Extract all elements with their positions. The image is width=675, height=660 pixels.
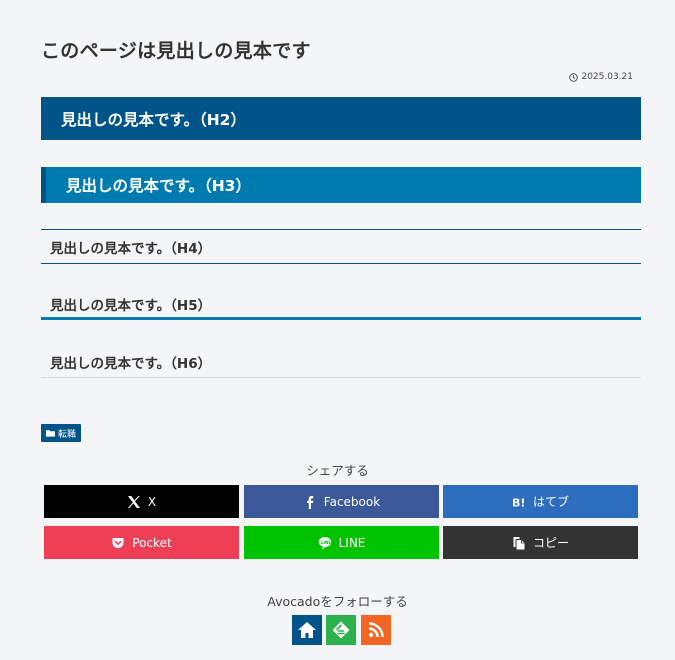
share-line-button[interactable]: LINE LINE <box>244 526 439 559</box>
share-facebook-label: Facebook <box>323 494 381 509</box>
clock-icon <box>569 72 579 82</box>
heading-h4: 見出しの見本です。（H4） <box>41 229 641 264</box>
page-title: このページは見出しの見本です <box>41 40 311 62</box>
follow-label: Avocadoをフォローする <box>267 594 408 609</box>
feedly-icon <box>332 621 350 639</box>
share-line-label: LINE <box>338 535 366 550</box>
line-icon: LINE <box>318 536 331 549</box>
pocket-icon <box>112 537 124 548</box>
svg-text:LINE: LINE <box>321 539 331 544</box>
share-label: シェアする <box>306 463 369 478</box>
rss-icon <box>368 622 384 638</box>
follow-home-button[interactable] <box>292 615 322 645</box>
category-tag[interactable]: 転職 <box>41 424 82 442</box>
share-hatena-label: はてブ <box>532 495 569 509</box>
x-logo-icon <box>127 495 140 508</box>
home-icon <box>298 622 316 638</box>
share-pocket-button[interactable]: Pocket <box>44 526 239 559</box>
heading-h3: 見出しの見本です。（H3） <box>41 167 641 203</box>
share-facebook-button[interactable]: Facebook <box>244 485 439 518</box>
post-date: 2025.03.21 <box>569 72 633 82</box>
hatena-bookmark-icon: B! <box>512 496 525 509</box>
share-copy-button[interactable]: コピー <box>443 526 638 559</box>
follow-rss-button[interactable] <box>361 615 391 645</box>
svg-text:B!: B! <box>512 496 525 509</box>
heading-h5: 見出しの見本です。（H5） <box>41 290 641 320</box>
category-label: 転職 <box>58 429 77 440</box>
share-x-button[interactable]: X <box>44 485 239 518</box>
heading-h2: 見出しの見本です。（H2） <box>41 97 641 140</box>
heading-h6: 見出しの見本です。（H6） <box>41 346 641 378</box>
folder-icon <box>46 430 55 437</box>
share-x-label: X <box>147 494 157 509</box>
post-date-text: 2025.03.21 <box>581 72 633 82</box>
share-pocket-label: Pocket <box>132 535 172 550</box>
share-copy-label: コピー <box>532 536 569 550</box>
follow-feedly-button[interactable] <box>326 615 356 645</box>
copy-icon <box>513 536 525 549</box>
share-hatena-button[interactable]: B! はてブ <box>443 485 638 518</box>
facebook-icon <box>306 495 314 509</box>
